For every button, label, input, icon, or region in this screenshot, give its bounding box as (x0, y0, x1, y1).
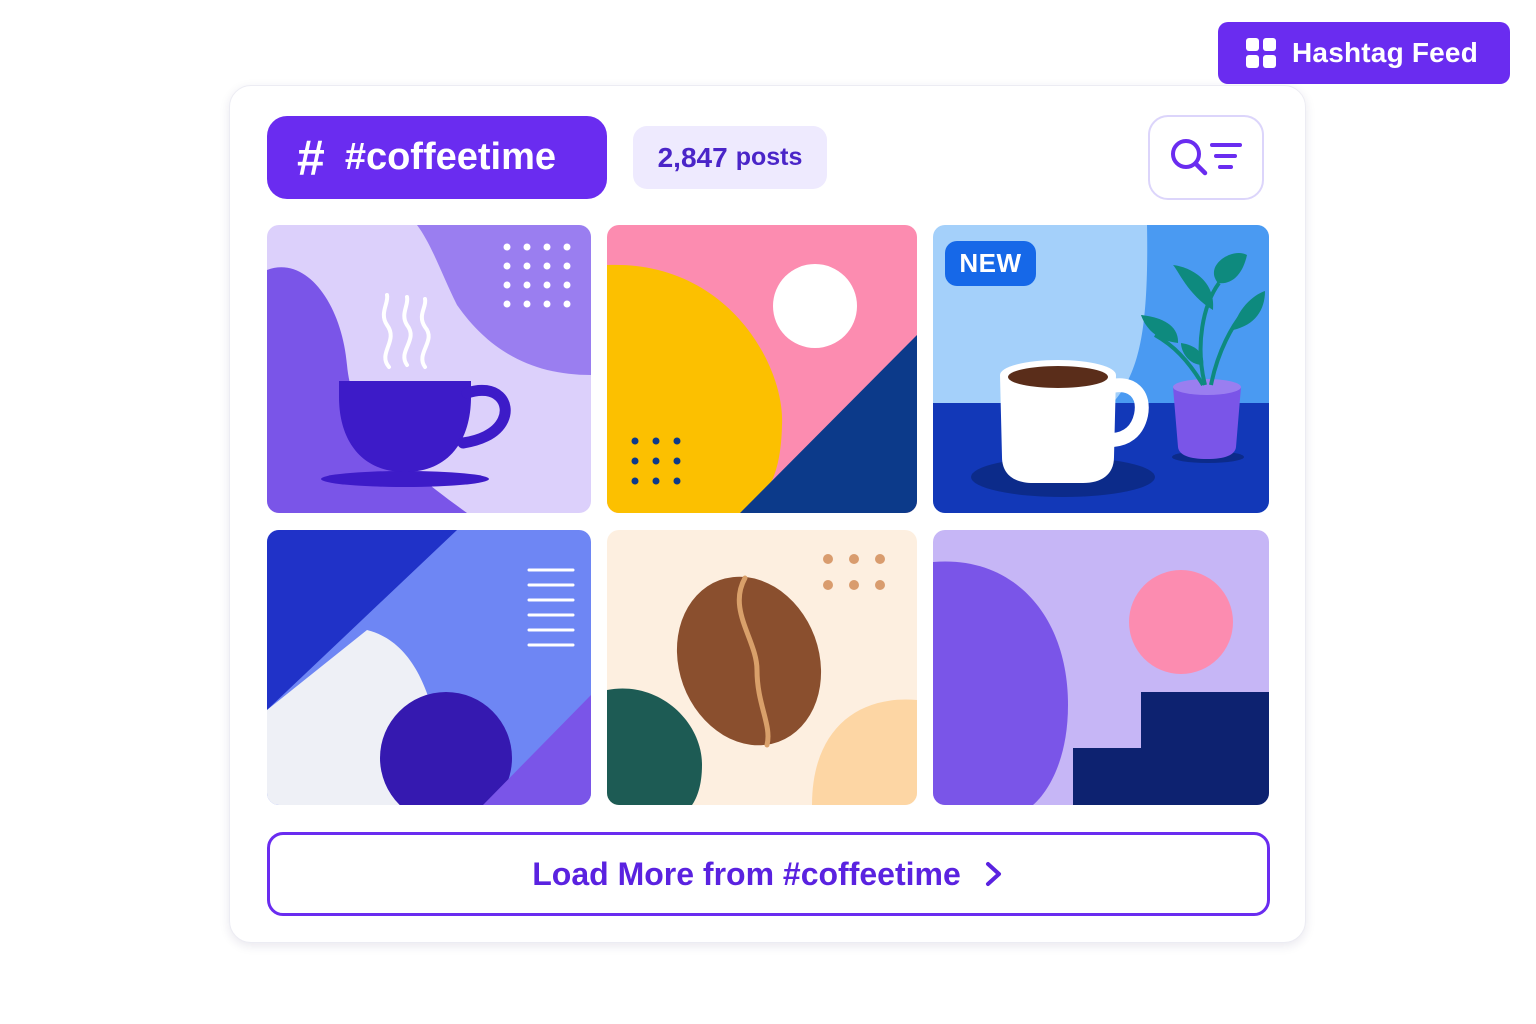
post-tile-mug-plant[interactable]: NEW (933, 225, 1269, 513)
search-filter-icon (1171, 138, 1242, 175)
chevron-right-icon (985, 862, 1001, 886)
post-count-value: 2,847 (657, 141, 728, 173)
load-more-button[interactable]: Load More from #coffeetime (267, 832, 1270, 916)
post-count-unit: posts (735, 143, 803, 171)
grid-icon (1246, 38, 1276, 68)
hashtag-feed-label: Hashtag Feed (1292, 37, 1478, 68)
abstract-pink-image (607, 225, 917, 513)
post-tile-steaming-cup[interactable] (267, 225, 591, 513)
post-tile-abstract-pink[interactable] (607, 225, 917, 513)
post-tile-abstract-lavender[interactable] (933, 530, 1269, 805)
abstract-blue-image (267, 530, 591, 805)
hash-icon: # (297, 129, 325, 186)
hashtag-pill[interactable]: # #coffeetime (267, 116, 607, 199)
post-count-badge: 2,847 posts (633, 126, 827, 189)
new-badge: NEW (945, 241, 1036, 286)
post-tile-abstract-blue[interactable] (267, 530, 591, 805)
search-filter-button[interactable] (1148, 115, 1264, 200)
hashtag-feed-badge: Hashtag Feed (1218, 22, 1510, 84)
post-tile-coffee-bean[interactable] (607, 530, 917, 805)
abstract-lavender-image (933, 530, 1269, 805)
coffee-bean-image (607, 530, 917, 805)
hashtag-title: #coffeetime (344, 136, 557, 178)
load-more-label: Load More from #coffeetime (532, 855, 961, 892)
steaming-cup-image (267, 225, 591, 513)
hashtag-feed-card: # #coffeetime 2,847 posts NEW Load More … (229, 85, 1306, 943)
